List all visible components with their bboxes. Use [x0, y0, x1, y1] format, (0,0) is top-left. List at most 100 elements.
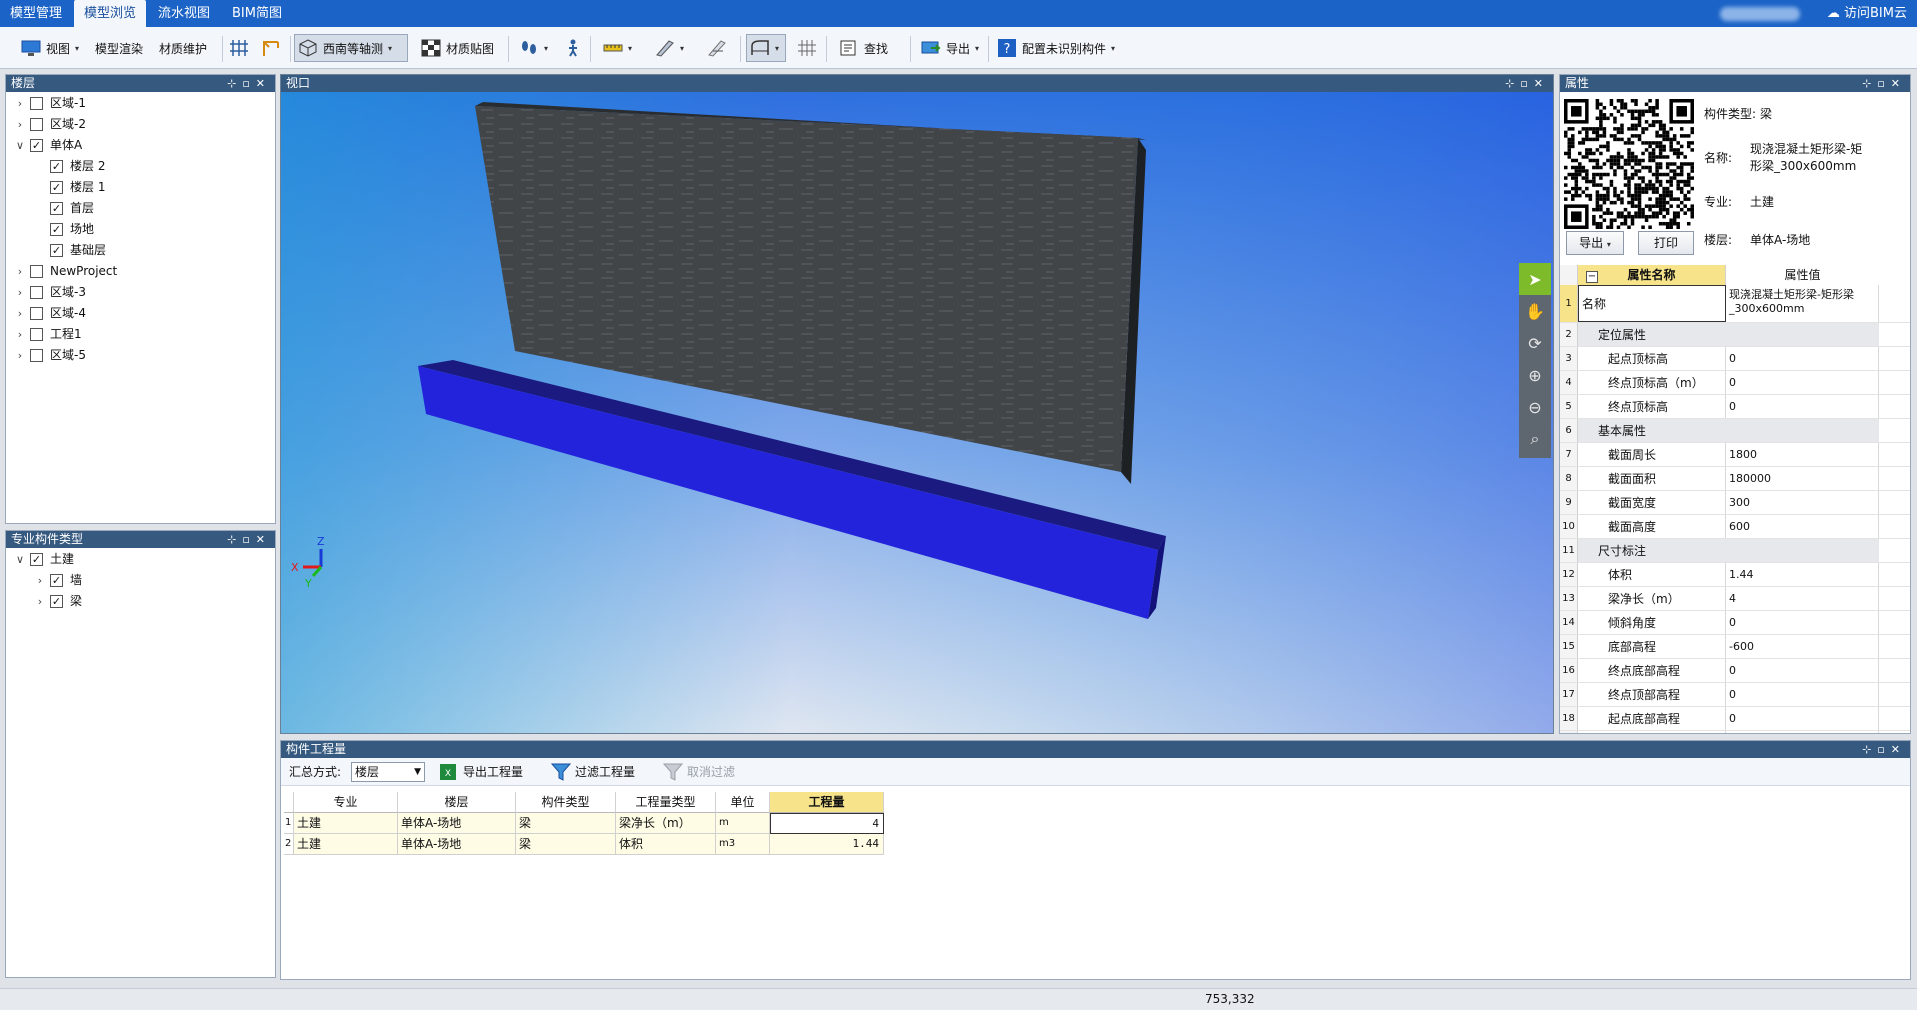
search-button[interactable]: 查找 — [836, 34, 891, 62]
zoom-out-icon[interactable]: ⊖ — [1519, 391, 1551, 423]
zoom-fit-icon[interactable]: ⌕ — [1519, 423, 1551, 455]
pan-hand-icon[interactable]: ✋ — [1519, 295, 1551, 327]
grid-lines-button[interactable] — [794, 34, 820, 62]
table-cell[interactable]: 土建 — [294, 834, 398, 855]
tree-item[interactable]: ✓ 基础层 — [6, 240, 275, 261]
property-row[interactable]: 13 梁净长（m） 4 — [1560, 587, 1910, 611]
tree-item-checkbox[interactable] — [30, 265, 43, 278]
property-row[interactable]: 17 终点顶部高程 0 — [1560, 683, 1910, 707]
tree-item[interactable]: ∨ ✓ 单体A — [6, 135, 275, 156]
property-value[interactable]: 0 — [1726, 371, 1879, 394]
print-button[interactable]: 打印 — [1638, 231, 1694, 255]
tree-item[interactable]: ✓ 楼层 2 — [6, 156, 275, 177]
property-value[interactable]: 300 — [1726, 491, 1879, 514]
tree-item[interactable]: › ✓ 梁 — [6, 591, 275, 612]
property-row[interactable]: 10 截面高度 600 — [1560, 515, 1910, 539]
property-row[interactable]: 12 体积 1.44 — [1560, 563, 1910, 587]
chevron-right-icon[interactable]: › — [14, 93, 26, 114]
tree-item[interactable]: › NewProject — [6, 261, 275, 282]
tab-bim-diagram[interactable]: BIM简图 — [222, 0, 292, 27]
property-value[interactable]: 0 — [1726, 611, 1879, 634]
property-row[interactable]: 18 起点底部高程 0 — [1560, 707, 1910, 731]
export-button[interactable]: 导出 ▾ — [918, 34, 982, 62]
tree-item[interactable]: ✓ 场地 — [6, 219, 275, 240]
chevron-right-icon[interactable]: › — [14, 324, 26, 345]
tree-item[interactable]: › 工程1 — [6, 324, 275, 345]
tree-item[interactable]: › 区域-3 — [6, 282, 275, 303]
tree-item-checkbox[interactable]: ✓ — [50, 181, 63, 194]
property-value[interactable]: 0 — [1726, 731, 1879, 733]
property-value[interactable]: 0 — [1726, 395, 1879, 418]
tree-item-checkbox[interactable]: ✓ — [50, 244, 63, 257]
property-value[interactable]: 0 — [1726, 683, 1879, 706]
tree-item[interactable]: › 区域-4 — [6, 303, 275, 324]
visit-bim-cloud-link[interactable]: ☁ 访问BIM云 — [1827, 0, 1907, 27]
panel-window-buttons[interactable]: ⊹▫✕ — [1862, 75, 1906, 92]
table-cell[interactable]: 1.44 — [770, 834, 884, 855]
tree-item-checkbox[interactable] — [30, 349, 43, 362]
texture-map-button[interactable]: 材质贴图 — [418, 34, 497, 62]
table-cell[interactable]: 梁净长（m） — [616, 813, 716, 834]
chevron-right-icon[interactable]: › — [34, 570, 46, 591]
qty-column-header[interactable]: 工程量类型 — [616, 792, 716, 813]
table-cell[interactable]: 梁 — [516, 813, 616, 834]
chevron-right-icon[interactable]: › — [34, 591, 46, 612]
panel-window-buttons[interactable]: ⊹▫✕ — [227, 75, 271, 92]
property-value[interactable]: 0 — [1726, 347, 1879, 370]
property-row[interactable]: 5 终点顶标高 0 — [1560, 395, 1910, 419]
qty-column-header[interactable]: 楼层 — [398, 792, 516, 813]
property-value[interactable]: 1800 — [1726, 443, 1879, 466]
property-row[interactable]: 7 截面周长 1800 — [1560, 443, 1910, 467]
table-cell[interactable]: 体积 — [616, 834, 716, 855]
property-row[interactable]: 14 倾斜角度 0 — [1560, 611, 1910, 635]
tree-item-checkbox[interactable] — [30, 328, 43, 341]
tab-flow-view[interactable]: 流水视图 — [148, 0, 220, 27]
zoom-in-icon[interactable]: ⊕ — [1519, 359, 1551, 391]
property-row[interactable]: 1 名称 现浇混凝土矩形梁-矩形梁_300x600mm — [1560, 285, 1910, 323]
property-value[interactable]: -600 — [1726, 635, 1879, 658]
filter-qty-button[interactable]: 过滤工程量 — [551, 762, 635, 782]
property-row[interactable]: 9 截面宽度 300 — [1560, 491, 1910, 515]
property-row[interactable]: 8 截面面积 180000 — [1560, 467, 1910, 491]
tree-item-checkbox[interactable] — [30, 307, 43, 320]
tree-item[interactable]: › 区域-1 — [6, 93, 275, 114]
property-row[interactable]: 15 底部高程 -600 — [1560, 635, 1910, 659]
export-qty-button[interactable]: X 导出工程量 — [439, 762, 523, 782]
wall-profile-button[interactable]: ▾ — [746, 34, 786, 62]
chevron-down-icon[interactable]: ∨ — [14, 549, 26, 570]
export-qr-button[interactable]: 导出 ▾ — [1566, 231, 1624, 255]
property-group-row[interactable]: 2 − 定位属性 — [1560, 271, 1910, 347]
table-cell[interactable]: 土建 — [294, 813, 398, 834]
select-cursor-icon[interactable]: ➤ — [1519, 263, 1551, 295]
property-value[interactable]: 4 — [1726, 587, 1879, 610]
qty-column-header[interactable]: 专业 — [294, 792, 398, 813]
table-cell[interactable]: 梁 — [516, 834, 616, 855]
tree-item[interactable]: ✓ 首层 — [6, 198, 275, 219]
property-value[interactable]: 600 — [1726, 515, 1879, 538]
projection-dropdown[interactable]: 西南等轴测 ▾ — [294, 34, 408, 62]
tree-item-checkbox[interactable]: ✓ — [50, 223, 63, 236]
table-cell[interactable]: 4 — [770, 813, 884, 834]
tree-item-checkbox[interactable]: ✓ — [50, 574, 63, 587]
crane-button[interactable] — [258, 34, 284, 62]
tree-item-checkbox[interactable]: ✓ — [50, 595, 63, 608]
cancel-filter-button[interactable]: 取消过滤 — [663, 762, 735, 782]
chevron-right-icon[interactable]: › — [14, 303, 26, 324]
property-value[interactable]: 180000 — [1726, 467, 1879, 490]
viewport-panel[interactable]: 视口 ⊹▫✕ Z X Y ➤ ✋ ⟳ ⊕ ⊖ ⌕ — [280, 74, 1554, 734]
tree-item[interactable]: › 区域-5 — [6, 345, 275, 366]
property-group-row[interactable]: 11 − 尺寸标注 — [1560, 271, 1910, 563]
table-cell[interactable]: 单体A-场地 — [398, 813, 516, 834]
property-value[interactable]: 0 — [1726, 707, 1879, 730]
tab-model-browse[interactable]: 模型浏览 — [74, 0, 147, 27]
tree-item-checkbox[interactable] — [30, 118, 43, 131]
tree-item[interactable]: ∨ ✓ 土建 — [6, 549, 275, 570]
tree-item-checkbox[interactable] — [30, 97, 43, 110]
chevron-right-icon[interactable]: › — [14, 345, 26, 366]
property-row[interactable]: 16 终点底部高程 0 — [1560, 659, 1910, 683]
section-box-button[interactable] — [704, 34, 730, 62]
panel-window-buttons[interactable]: ⊹▫✕ — [1862, 741, 1906, 758]
chevron-right-icon[interactable]: › — [14, 261, 26, 282]
property-value[interactable]: 0 — [1726, 659, 1879, 682]
table-cell[interactable]: m — [716, 813, 770, 834]
